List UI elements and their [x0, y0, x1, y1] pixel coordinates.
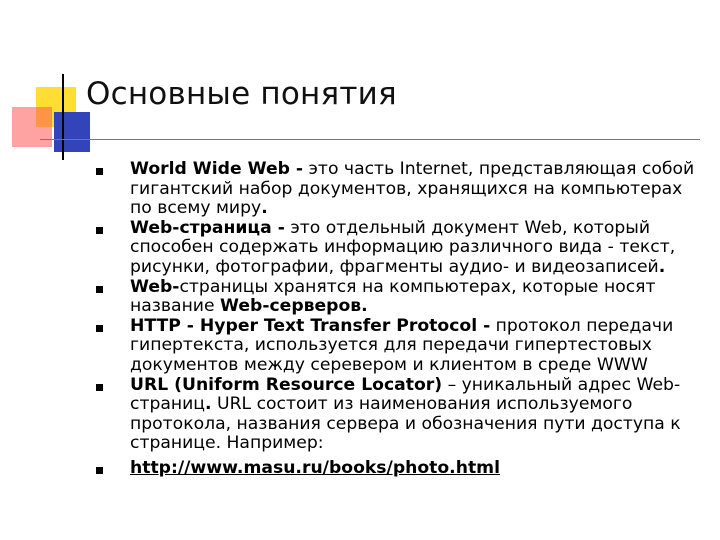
bullet-item-www: World Wide Web - это часть Internet, пре… — [96, 159, 696, 219]
term-secondary: Web-серверов. — [220, 296, 368, 317]
decor-vertical-line — [62, 74, 64, 160]
term: World Wide Web - — [130, 159, 304, 179]
bullet-square-icon — [96, 383, 103, 391]
bullet-item-http: HTTP - Hyper Text Transfer Protocol - пр… — [96, 315, 696, 376]
term: HTTP - Hyper Text Transfer Protocol - — [130, 315, 491, 336]
definition-continued: URL состоит из наименования используемог… — [130, 394, 681, 454]
bullet-square-icon — [96, 285, 103, 293]
bullet-square-icon — [96, 324, 103, 332]
period: . — [658, 256, 666, 277]
bullet-item-web-page: Web-страница - это отдельный документ We… — [96, 217, 696, 278]
bullet-item-example-link: http://www.masu.ru/books/photo.html — [96, 458, 696, 479]
bullet-square-icon — [96, 168, 103, 175]
term: Web- — [130, 276, 180, 297]
term: Web-страница - — [130, 217, 285, 238]
example-url-link[interactable]: http://www.masu.ru/books/photo.html — [130, 458, 500, 478]
bullet-list: World Wide Web - это часть Internet, пре… — [96, 159, 696, 479]
slide-title: Основные понятия — [86, 76, 397, 112]
definition: страницы хранятся на компьютерах, которы… — [130, 276, 656, 317]
bullet-item-url: URL (Uniform Resource Locator) – уникаль… — [96, 374, 696, 454]
period: . — [261, 198, 268, 219]
decor-blue-square — [54, 112, 90, 152]
term: URL (Uniform Resource Locator) — [130, 374, 443, 395]
bullet-item-web-servers: Web-страницы хранятся на компьютерах, ко… — [96, 276, 696, 317]
title-underline — [40, 139, 700, 140]
bullet-square-icon — [96, 226, 103, 234]
decor-red-square — [12, 107, 52, 147]
bullet-square-icon — [96, 466, 103, 474]
